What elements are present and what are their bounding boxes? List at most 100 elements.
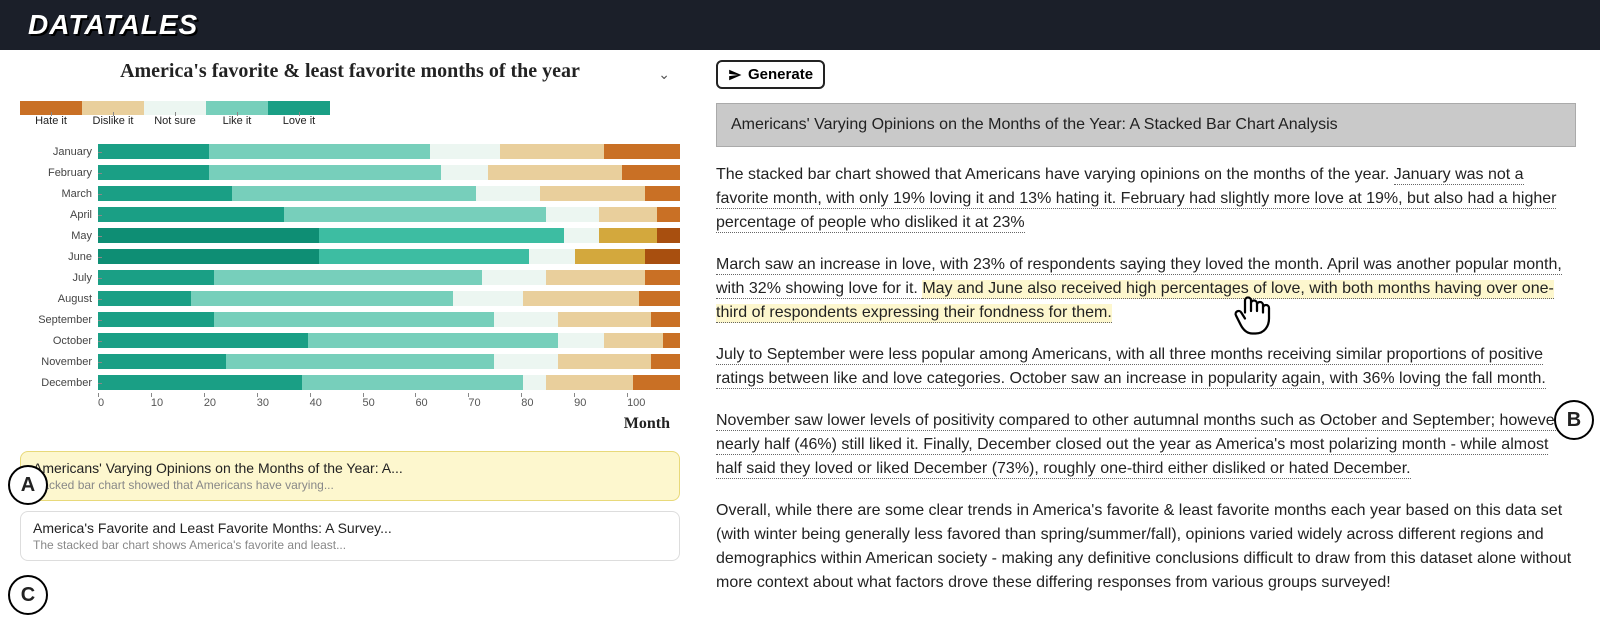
x-tick: 90 (574, 397, 627, 409)
chart-row-label: June (20, 251, 98, 263)
narrative-title: Americans' Varying Opinions on the Month… (716, 103, 1576, 147)
chart-segment (494, 354, 558, 369)
chart-row[interactable]: December (20, 372, 680, 393)
chart-segment (98, 186, 232, 201)
x-tick: 20 (204, 397, 257, 409)
legend-label: Not sure (144, 115, 206, 127)
chart-segment (98, 270, 214, 285)
right-panel: Generate Americans' Varying Opinions on … (700, 50, 1600, 633)
x-tick: 30 (257, 397, 310, 409)
chart-row-label: March (20, 188, 98, 200)
suggestion-card[interactable]: America's Favorite and Least Favorite Mo… (20, 511, 680, 561)
narrative-p2[interactable]: March saw an increase in love, with 23% … (716, 253, 1576, 325)
annotation-b: B (1554, 400, 1594, 440)
chart-row[interactable]: August (20, 288, 680, 309)
chart-segment (645, 270, 680, 285)
legend-label: Love it (268, 115, 330, 127)
chart-segment (546, 207, 598, 222)
chart-segment (476, 186, 540, 201)
chart-segment (633, 375, 680, 390)
narrative-linked-span[interactable]: July to September were less popular amon… (716, 346, 1546, 389)
chart-row-label: November (20, 356, 98, 368)
chart-x-label: Month (20, 415, 680, 433)
chart-row-label: September (20, 314, 98, 326)
chart-segment (500, 144, 605, 159)
chart-row-label: October (20, 335, 98, 347)
chart-segment (523, 291, 639, 306)
chart-row-bar (98, 291, 680, 306)
x-tick: 100 (627, 397, 680, 409)
narrative-p4[interactable]: November saw lower levels of positivity … (716, 409, 1576, 481)
chart-row-bar (98, 186, 680, 201)
chart-segment (651, 312, 680, 327)
chart-row-bar (98, 165, 680, 180)
chart-segment (482, 270, 546, 285)
chart-row[interactable]: March (20, 183, 680, 204)
suggestion-card-title: Americans' Varying Opinions on the Month… (33, 460, 667, 476)
chart-segment (546, 375, 633, 390)
chart-row[interactable]: September (20, 309, 680, 330)
chart-row-label: December (20, 377, 98, 389)
chart-row[interactable]: October (20, 330, 680, 351)
chart-row[interactable]: July (20, 267, 680, 288)
chart-row-bar (98, 354, 680, 369)
chart-row-bar (98, 270, 680, 285)
narrative-p1[interactable]: The stacked bar chart showed that Americ… (716, 163, 1576, 235)
chart-segment (214, 312, 493, 327)
annotation-a: A (8, 465, 48, 505)
chart-collapse-toggle[interactable]: ⌄ (658, 66, 670, 83)
chart-row[interactable]: January (20, 141, 680, 162)
suggestion-list: Americans' Varying Opinions on the Month… (20, 451, 680, 561)
chart-row-label: May (20, 230, 98, 242)
chart-segment (540, 186, 645, 201)
chart-segment (214, 270, 482, 285)
chart-segment (209, 165, 442, 180)
chart-segment (98, 375, 302, 390)
chart-row-bar (98, 207, 680, 222)
chart-segment (599, 207, 657, 222)
chart-title: America's favorite & least favorite mont… (20, 60, 680, 83)
chart-segment (98, 249, 319, 264)
x-tick: 50 (363, 397, 416, 409)
chart-segment (441, 165, 488, 180)
suggestion-card[interactable]: Americans' Varying Opinions on the Month… (20, 451, 680, 501)
chart-row[interactable]: February (20, 162, 680, 183)
x-tick: 70 (468, 397, 521, 409)
chart-segment (604, 333, 662, 348)
chart-segment (232, 186, 476, 201)
chart-segment (645, 249, 680, 264)
chart-area: January February March April May June JulyAugu… (20, 141, 680, 393)
chart-segment (575, 249, 645, 264)
chart-row-bar (98, 144, 680, 159)
chart-segment (529, 249, 576, 264)
chart-segment (657, 228, 680, 243)
generate-button[interactable]: Generate (716, 60, 825, 89)
chart-segment (663, 333, 680, 348)
chart-segment (308, 333, 558, 348)
send-icon (728, 68, 742, 82)
narrative-p3[interactable]: July to September were less popular amon… (716, 343, 1576, 391)
chart-segment (98, 354, 226, 369)
chart-segment (523, 375, 546, 390)
suggestion-card-sub: stacked bar chart showed that Americans … (33, 478, 667, 492)
chart-segment (98, 312, 214, 327)
chart-segment (98, 165, 209, 180)
chart-segment (319, 228, 563, 243)
chart-row[interactable]: November (20, 351, 680, 372)
chart-segment (98, 207, 284, 222)
legend-label: Like it (206, 115, 268, 127)
narrative-p5: Overall, while there are some clear tren… (716, 499, 1576, 595)
chart-row[interactable]: May (20, 225, 680, 246)
chart-row-label: February (20, 167, 98, 179)
chart-segment (98, 228, 319, 243)
chart-row[interactable]: June (20, 246, 680, 267)
legend-label: Dislike it (82, 115, 144, 127)
chart-segment (430, 144, 500, 159)
chart-segment (657, 207, 680, 222)
chart-segment (558, 333, 605, 348)
chart-segment (453, 291, 523, 306)
narrative-linked-span[interactable]: November saw lower levels of positivity … (716, 412, 1560, 479)
narrative-body: The stacked bar chart showed that Americ… (716, 163, 1576, 595)
chart-row[interactable]: April (20, 204, 680, 225)
chart-row-label: January (20, 146, 98, 158)
